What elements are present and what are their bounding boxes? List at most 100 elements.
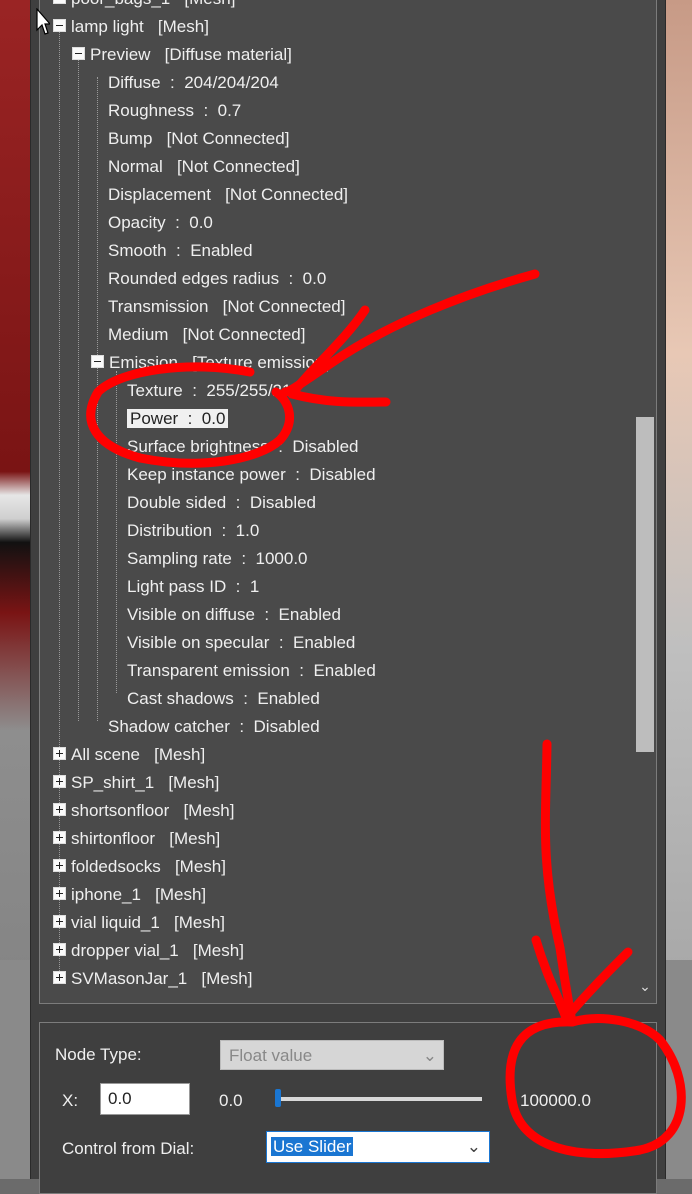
scene-tree[interactable]: poor_bags_1 [Mesh] lamp light [Mesh] Previ… [39,0,657,1004]
tree-row[interactable]: shortsonfloor [Mesh] [53,798,234,824]
tree-row[interactable]: Diffuse : 204/204/204 [108,70,279,96]
expand-icon[interactable] [53,971,66,985]
tree-guide-line [97,77,98,721]
tree-row[interactable]: SP_shirt_1 [Mesh] [53,770,219,796]
tree-row-label: shirtonfloor [Mesh] [71,829,221,848]
mouse-cursor-icon [36,8,50,35]
tree-row[interactable]: All scene [Mesh] [53,742,205,768]
tree-row[interactable]: Visible on diffuse : Enabled [127,602,341,628]
chevron-down-icon: ⌄ [422,1046,437,1065]
tree-row-label: shortsonfloor [Mesh] [71,801,235,820]
tree-row[interactable]: Roughness : 0.7 [108,98,241,124]
expand-icon[interactable] [53,859,66,873]
tree-row-label: dropper vial_1 [Mesh] [71,941,244,960]
tree-row[interactable]: Opacity : 0.0 [108,210,213,236]
tree-row[interactable]: Transparent emission : Enabled [127,658,376,684]
tree-scrollbar[interactable]: ⌄ [634,0,656,1003]
tree-row[interactable]: Surface brightness : Disabled [127,434,359,460]
tree-row[interactable]: vial liquid_1 [Mesh] [53,910,225,936]
tree-row[interactable]: SVMasonJar_1 [Mesh] [53,966,252,992]
node-properties: Node Type: Float value ⌄ X: 0.0 0.0 1000… [39,1022,657,1194]
node-inspector-panel: poor_bags_1 [Mesh] lamp light [Mesh] Previ… [30,0,666,1194]
control-from-dial-select[interactable]: Use Slider ⌄ [266,1131,490,1163]
tree-row-label: Texture : 255/255/215 [127,381,301,400]
tree-row-label: Keep instance power : Disabled [127,465,376,484]
tree-guide-line [116,371,117,693]
expand-icon[interactable] [53,747,66,761]
tree-row-label: Distribution : 1.0 [127,521,260,540]
tree-row[interactable]: Normal [Not Connected] [108,154,300,180]
tree-row-label: Light pass ID : 1 [127,577,260,596]
tree-row[interactable]: Transmission [Not Connected] [108,294,345,320]
tree-row-label: Transmission [Not Connected] [108,297,346,316]
tree-row-label: Visible on specular : Enabled [127,633,356,652]
expand-icon[interactable] [53,775,66,789]
tree-row-label: Double sided : Disabled [127,493,317,512]
tree-row-label: Normal [Not Connected] [108,157,300,176]
tree-row-label: All scene [Mesh] [71,745,206,764]
tree-row[interactable]: foldedsocks [Mesh] [53,854,226,880]
tree-row-label: SVMasonJar_1 [Mesh] [71,969,253,988]
x-value-input[interactable]: 0.0 [100,1083,190,1115]
tree-guide-line [78,49,79,721]
node-type-select: Float value ⌄ [220,1040,444,1070]
expand-icon[interactable] [53,831,66,845]
tree-row[interactable]: Emission [Texture emission] [91,350,329,376]
tree-row[interactable]: Displacement [Not Connected] [108,182,348,208]
tree-row-label: Transparent emission : Enabled [127,661,376,680]
value-slider-thumb[interactable] [275,1089,281,1107]
tree-row[interactable]: Rounded edges radius : 0.0 [108,266,326,292]
expand-icon[interactable] [53,803,66,817]
tree-row-label: iphone_1 [Mesh] [71,885,207,904]
tree-row[interactable]: Double sided : Disabled [127,490,316,516]
tree-row[interactable]: poor_bags_1 [Mesh] [53,0,235,12]
tree-row[interactable]: Cast shadows : Enabled [127,686,320,712]
tree-row-label: Smooth : Enabled [108,241,253,260]
tree-row[interactable]: Bump [Not Connected] [108,126,289,152]
expand-icon[interactable] [53,887,66,901]
tree-row-label: Diffuse : 204/204/204 [108,73,279,92]
tree-row[interactable]: dropper vial_1 [Mesh] [53,938,244,964]
tree-row[interactable]: Medium [Not Connected] [108,322,305,348]
tree-row[interactable]: Distribution : 1.0 [127,518,259,544]
tree-row[interactable]: Texture : 255/255/215 [127,378,301,404]
tree-row-label: lamp light [Mesh] [71,17,209,36]
expand-icon[interactable] [53,915,66,929]
tree-row[interactable]: iphone_1 [Mesh] [53,882,206,908]
x-label: X: [62,1091,79,1110]
chevron-down-icon[interactable]: ⌄ [467,1132,481,1162]
tree-row[interactable]: shirtonfloor [Mesh] [53,826,220,852]
collapse-icon[interactable] [72,47,85,61]
tree-row-label: Sampling rate : 1000.0 [127,549,308,568]
tree-row[interactable]: Keep instance power : Disabled [127,462,376,488]
tree-row-label: Emission [Texture emission] [109,353,330,372]
tree-row-label: vial liquid_1 [Mesh] [71,913,226,932]
collapse-icon[interactable] [53,0,66,5]
tree-row-label: Roughness : 0.7 [108,101,242,120]
collapse-icon[interactable] [53,19,66,33]
scrollbar-thumb[interactable] [636,417,654,752]
tree-row-label: Shadow catcher : Disabled [108,717,320,736]
value-slider-track[interactable] [276,1097,482,1101]
tree-row[interactable]: Preview [Diffuse material] [72,42,292,68]
tree-row[interactable]: Power : 0.0 [127,406,229,432]
tree-row-label: Power : 0.0 [127,409,229,428]
collapse-icon[interactable] [91,355,104,369]
expand-icon[interactable] [53,943,66,957]
tree-row-label: SP_shirt_1 [Mesh] [71,773,220,792]
tree-row[interactable]: Visible on specular : Enabled [127,630,355,656]
slider-max-value: 100000.0 [520,1091,591,1110]
tree-row[interactable]: lamp light [Mesh] [53,14,209,40]
tree-row-label: Opacity : 0.0 [108,213,213,232]
tree-row-label: Visible on diffuse : Enabled [127,605,341,624]
tree-row-label: Bump [Not Connected] [108,129,290,148]
tree-row[interactable]: Shadow catcher : Disabled [108,714,320,740]
scroll-down-icon[interactable]: ⌄ [636,977,654,995]
tree-row[interactable]: Light pass ID : 1 [127,574,259,600]
tree-row-label: Preview [Diffuse material] [90,45,292,64]
tree-row[interactable]: Smooth : Enabled [108,238,253,264]
tree-row-label: Surface brightness : Disabled [127,437,359,456]
control-from-dial-label: Control from Dial: [62,1139,195,1158]
tree-row-label: Rounded edges radius : 0.0 [108,269,327,288]
tree-row[interactable]: Sampling rate : 1000.0 [127,546,308,572]
